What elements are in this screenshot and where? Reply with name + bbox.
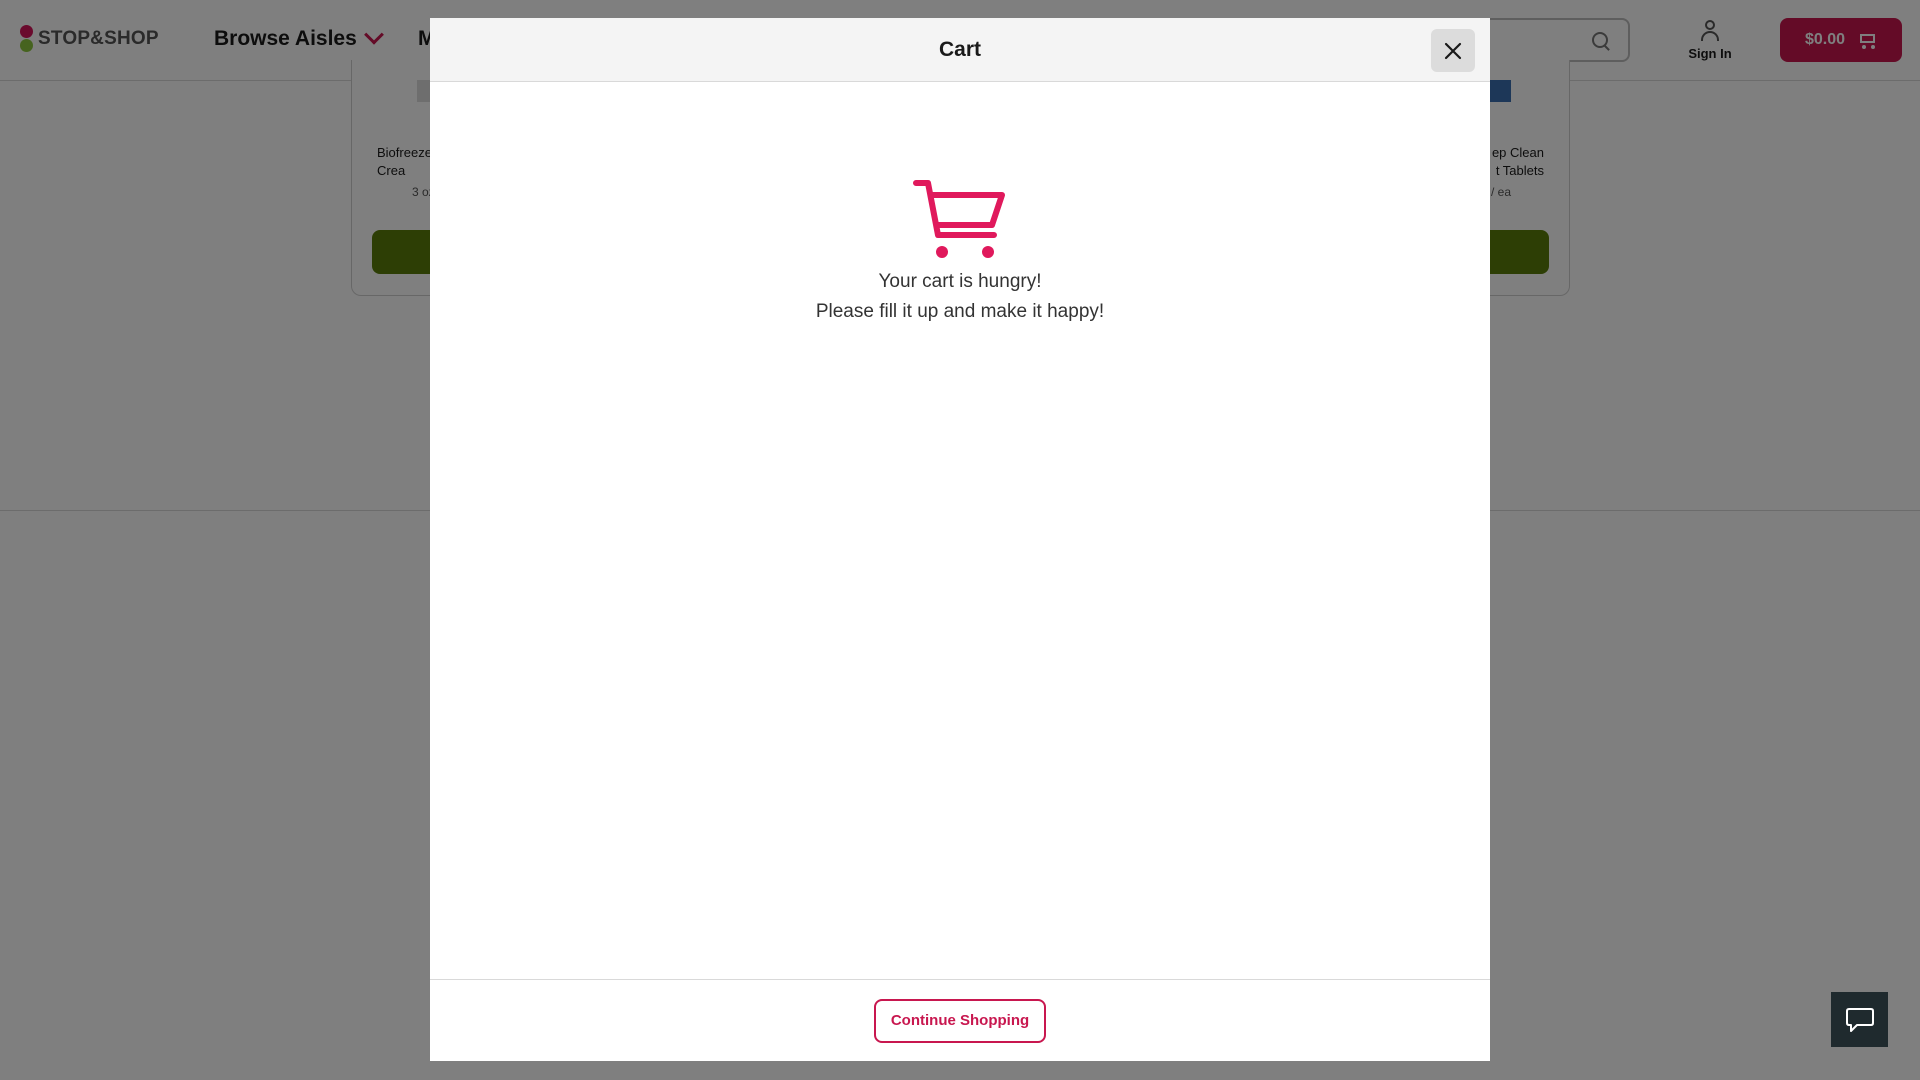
modal-body: Your cart is hungry! Please fill it up a… bbox=[430, 82, 1490, 979]
close-button[interactable] bbox=[1431, 29, 1475, 72]
empty-cart-subtext: Please fill it up and make it happy! bbox=[815, 301, 1105, 322]
modal-header: Cart bbox=[430, 18, 1490, 82]
close-icon bbox=[1444, 42, 1462, 59]
empty-cart-message: Your cart is hungry! Please fill it up a… bbox=[430, 177, 1490, 327]
chat-button[interactable] bbox=[1831, 992, 1888, 1047]
continue-shopping-button[interactable]: Continue Shopping bbox=[874, 998, 1046, 1043]
cart-modal: Cart Your cart is hungry! Please fill it… bbox=[430, 18, 1490, 1061]
empty-cart-heading: Your cart is hungry! bbox=[878, 271, 1042, 292]
modal-footer: Continue Shopping bbox=[430, 979, 1490, 1061]
modal-title: Cart bbox=[938, 37, 981, 61]
chat-icon bbox=[1845, 1007, 1874, 1032]
cart-icon bbox=[913, 180, 1005, 258]
